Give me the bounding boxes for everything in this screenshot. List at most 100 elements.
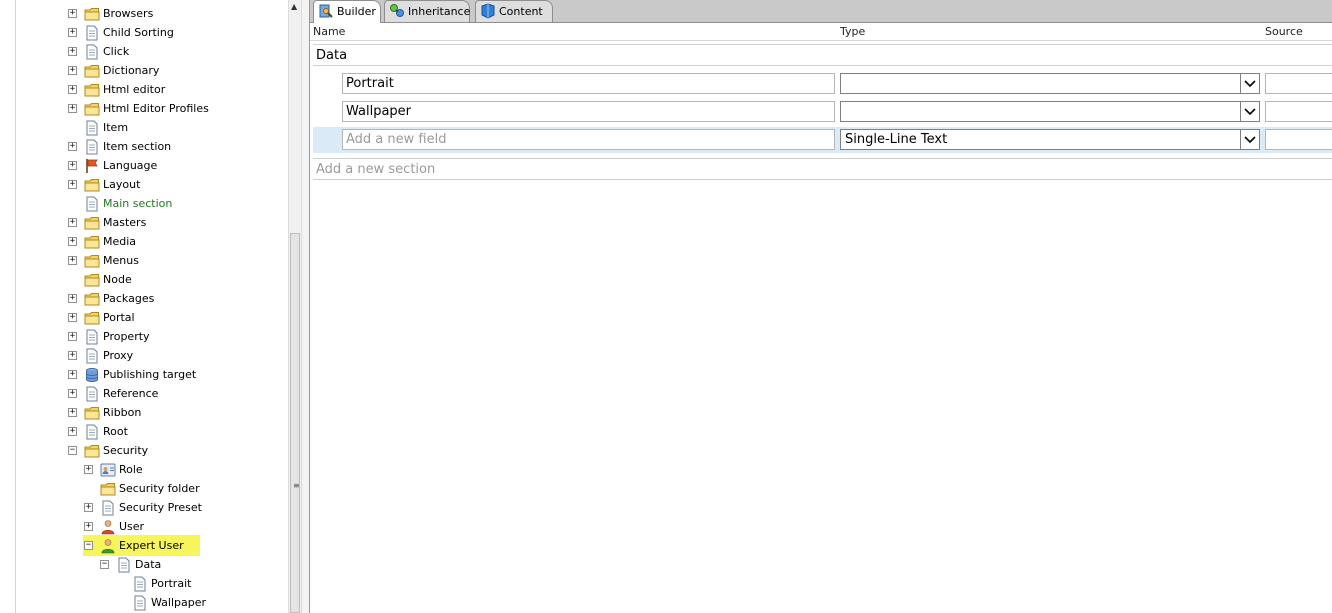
tree-node[interactable]: + Child Sorting <box>0 23 288 42</box>
tree-node[interactable]: − Expert User <box>0 536 288 555</box>
tab-content[interactable]: Content <box>475 0 553 22</box>
scrollbar-thumb[interactable]: ≡ <box>290 233 300 613</box>
expand-icon[interactable]: + <box>84 522 93 531</box>
tree-node[interactable]: + Masters <box>0 213 288 232</box>
tab-inheritance[interactable]: Inheritance <box>384 0 470 22</box>
tree-node[interactable]: + Reference <box>0 384 288 403</box>
expand-icon[interactable]: + <box>68 370 77 379</box>
expand-icon[interactable]: + <box>68 237 77 246</box>
tree-node[interactable]: + Role <box>0 460 288 479</box>
tree-node[interactable]: + Proxy <box>0 346 288 365</box>
new-field-source-input[interactable] <box>1265 129 1332 150</box>
field-source-input[interactable] <box>1265 101 1332 122</box>
document-icon <box>116 557 132 573</box>
expand-icon[interactable]: + <box>68 256 77 265</box>
collapse-icon[interactable]: − <box>84 541 93 550</box>
tree-node-label: Html Editor Profiles <box>103 102 209 115</box>
template-editor: Builder Inheritance Content Name Type So… <box>310 0 1332 613</box>
tree-scrollbar[interactable]: ▲ ≡ <box>288 0 302 613</box>
expand-icon[interactable]: + <box>68 332 77 341</box>
folder-icon <box>84 291 100 307</box>
field-row: Portrait <box>313 71 1332 97</box>
add-section-input[interactable]: Add a new section <box>313 158 1332 180</box>
section-row[interactable]: Data <box>313 44 1332 66</box>
new-field-type-select[interactable]: Single-Line Text <box>840 129 1260 150</box>
chevron-down-icon[interactable] <box>1240 102 1259 121</box>
expand-icon[interactable]: + <box>68 389 77 398</box>
document-icon <box>84 44 100 60</box>
tree-node-label: User <box>119 520 145 533</box>
tree-node[interactable]: Security folder <box>0 479 288 498</box>
tree-node[interactable]: Wallpaper <box>0 593 288 612</box>
expand-icon[interactable]: + <box>68 180 77 189</box>
tree-node[interactable]: + Ribbon <box>0 403 288 422</box>
field-type-select[interactable] <box>840 73 1260 94</box>
tree-node[interactable]: + Dictionary <box>0 61 288 80</box>
tree-node[interactable]: + Layout <box>0 175 288 194</box>
expand-icon[interactable]: + <box>68 9 77 18</box>
tree-node[interactable]: + Security Preset <box>0 498 288 517</box>
tree-node-label: Node <box>103 273 132 286</box>
expand-icon[interactable]: + <box>68 161 77 170</box>
tree-node-label: Security folder <box>119 482 200 495</box>
expand-icon[interactable]: + <box>68 104 77 113</box>
tab-builder[interactable]: Builder <box>313 0 381 23</box>
tree-node[interactable]: + Click <box>0 42 288 61</box>
folder-icon <box>84 177 100 193</box>
tree-node[interactable]: + Media <box>0 232 288 251</box>
field-name-input[interactable]: Portrait <box>342 73 835 94</box>
collapse-icon[interactable]: − <box>68 446 77 455</box>
expand-icon[interactable]: + <box>68 294 77 303</box>
expand-icon[interactable]: + <box>68 28 77 37</box>
folder-icon <box>84 101 100 117</box>
tab-label: Builder <box>337 5 376 18</box>
folder-icon <box>84 272 100 288</box>
tree-node[interactable]: − Security <box>0 441 288 460</box>
tree-node[interactable]: + Property <box>0 327 288 346</box>
expand-icon[interactable]: + <box>68 351 77 360</box>
tree-node[interactable]: − Data <box>0 555 288 574</box>
field-name-input[interactable]: Wallpaper <box>342 101 835 122</box>
tree-node[interactable]: + Publishing target <box>0 365 288 384</box>
field-source-input[interactable] <box>1265 73 1332 94</box>
expand-icon[interactable]: + <box>68 85 77 94</box>
expand-icon[interactable]: + <box>68 218 77 227</box>
tree-node[interactable]: + User <box>0 517 288 536</box>
expand-icon[interactable]: + <box>84 465 93 474</box>
tree-node[interactable]: + Html editor <box>0 80 288 99</box>
tree-node[interactable]: + Html Editor Profiles <box>0 99 288 118</box>
tree-node-label: Browsers <box>103 7 154 20</box>
expand-icon[interactable]: + <box>68 66 77 75</box>
document-icon <box>84 139 100 155</box>
tree-node[interactable]: Item <box>0 118 288 137</box>
expand-icon[interactable]: + <box>68 427 77 436</box>
role-icon <box>100 462 116 478</box>
new-field-name-input[interactable]: Add a new field <box>342 129 835 150</box>
tree-node[interactable]: Portrait <box>0 574 288 593</box>
tree-node[interactable]: Node <box>0 270 288 289</box>
expand-icon[interactable]: + <box>68 408 77 417</box>
expand-icon[interactable]: + <box>68 313 77 322</box>
chevron-down-icon[interactable] <box>1240 74 1259 93</box>
tree-node[interactable]: + Root <box>0 422 288 441</box>
tree-node[interactable]: + Browsers <box>0 4 288 23</box>
tree-node-label: Main section <box>103 197 173 210</box>
tree-node[interactable]: + Portal <box>0 308 288 327</box>
scrollbar-grip-icon: ≡ <box>293 481 300 490</box>
tree-node-label: Menus <box>103 254 139 267</box>
tree-node[interactable]: + Menus <box>0 251 288 270</box>
expand-icon[interactable]: + <box>84 503 93 512</box>
tree-node-label: Data <box>135 558 162 571</box>
expand-icon[interactable]: + <box>68 47 77 56</box>
field-type-select[interactable] <box>840 101 1260 122</box>
tree-node[interactable]: Main section <box>0 194 288 213</box>
collapse-icon[interactable]: − <box>100 560 109 569</box>
scroll-up-arrow-icon[interactable]: ▲ <box>291 2 297 11</box>
expand-icon[interactable]: + <box>68 142 77 151</box>
chevron-down-icon[interactable] <box>1240 130 1259 149</box>
tree-node[interactable]: + Item section <box>0 137 288 156</box>
tree-node-label: Dictionary <box>103 64 160 77</box>
pane-splitter[interactable] <box>302 0 310 613</box>
tree-node[interactable]: + Packages <box>0 289 288 308</box>
tree-node[interactable]: + Language <box>0 156 288 175</box>
